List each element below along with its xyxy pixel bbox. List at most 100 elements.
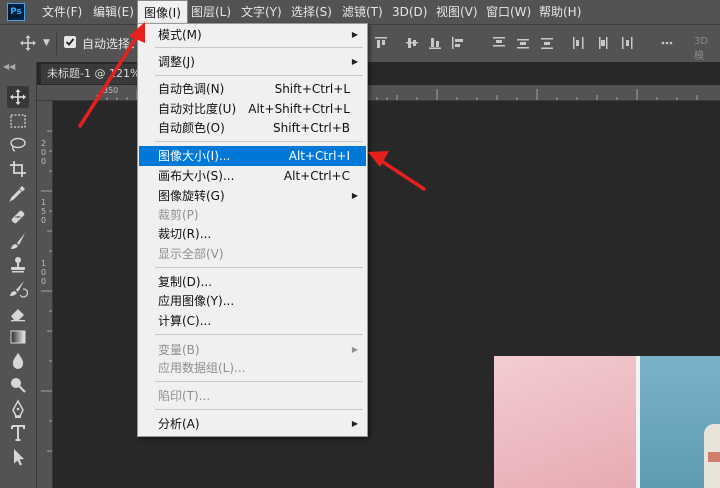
menu-item-auto-contrast[interactable]: 自动对比度(U) Alt+Shift+Ctrl+L: [139, 99, 366, 119]
menu-item-auto-color[interactable]: 自动颜色(O) Shift+Ctrl+B: [139, 118, 366, 138]
move-icon[interactable]: [7, 86, 29, 108]
marquee-icon[interactable]: [7, 110, 29, 132]
distribute-vertical-center-icon[interactable]: [516, 36, 530, 50]
auto-select-label: 自动选择：: [82, 37, 143, 51]
menu-item-mode[interactable]: 模式(M) ▶: [139, 25, 366, 45]
menu-item-trim[interactable]: 裁切(R)...: [139, 224, 366, 244]
ruler-label: 350: [103, 86, 119, 95]
canvas-image[interactable]: [494, 356, 720, 488]
arrow-to-image-size: [368, 151, 426, 191]
dodge-icon[interactable]: [7, 374, 29, 396]
menu-separator: [155, 47, 363, 48]
photoshop-logo: Ps: [7, 3, 25, 21]
align-top-icon[interactable]: [374, 36, 388, 50]
menu-layer[interactable]: 图层(L): [185, 0, 237, 24]
collapse-panel-icon[interactable]: ◀◀: [3, 62, 15, 71]
menu-item-label: 复制(D)...: [158, 275, 213, 289]
submenu-arrow-icon: ▶: [351, 57, 358, 66]
tools-panel: ◀◀: [0, 62, 37, 488]
ruler-label: 100: [41, 259, 47, 286]
menu-item-label: 裁切(R)...: [158, 227, 212, 241]
distribute-right-icon[interactable]: [620, 36, 634, 50]
ruler-label: 200: [41, 139, 47, 166]
menu-item-label: 变量(B): [158, 343, 200, 357]
menu-separator: [155, 334, 363, 335]
menu-item-calculations[interactable]: 计算(C)...: [139, 311, 366, 331]
menu-item-image-size[interactable]: 图像大小(I)... Alt+Ctrl+I: [139, 146, 366, 166]
menu-item-label: 分析(A): [158, 417, 200, 431]
menu-separator: [155, 381, 363, 382]
menu-item-label: 应用数据组(L)...: [158, 361, 246, 375]
auto-select-checkbox[interactable]: [64, 36, 76, 48]
menu-item-reveal-all: 显示全部(V): [139, 244, 366, 264]
menu-item-analysis[interactable]: 分析(A) ▶: [139, 414, 366, 434]
menu-item-adjustments[interactable]: 调整(J) ▶: [139, 52, 366, 72]
menu-item-label: 模式(M): [158, 28, 202, 42]
menu-item-label: 应用图像(Y)...: [158, 294, 235, 308]
menu-window[interactable]: 窗口(W): [480, 0, 537, 24]
image-menu-dropdown: 模式(M) ▶ 调整(J) ▶ 自动色调(N) Shift+Ctrl+L 自动对…: [137, 23, 368, 437]
clone-stamp-icon[interactable]: [7, 254, 29, 276]
menu-item-label: 自动颜色(O): [158, 121, 225, 135]
brush-icon[interactable]: [7, 230, 29, 252]
menu-item-label: 计算(C)...: [158, 314, 212, 328]
menu-separator: [155, 141, 363, 142]
menu-item-crop: 裁剪(P): [139, 205, 366, 225]
menu-3d[interactable]: 3D(D): [386, 0, 433, 24]
pen-icon[interactable]: [7, 398, 29, 420]
document-tab[interactable]: 未标题-1 @ 121%: [41, 64, 141, 84]
menu-item-apply-image[interactable]: 应用图像(Y)...: [139, 291, 366, 311]
menu-file[interactable]: 文件(F): [36, 0, 88, 24]
menu-item-trap: 陷印(T)...: [139, 386, 366, 406]
menu-item-label: 自动对比度(U): [158, 102, 237, 116]
menu-item-duplicate[interactable]: 复制(D)...: [139, 272, 366, 292]
gradient-icon[interactable]: [7, 326, 29, 348]
more-options-icon[interactable]: [660, 36, 674, 50]
chevron-down-icon[interactable]: ▼: [43, 38, 50, 48]
align-vertical-center-icon[interactable]: [405, 36, 419, 50]
menu-bar: Ps 文件(F) 编辑(E) 图像(I) 图层(L) 文字(Y) 选择(S) 滤…: [0, 0, 720, 24]
align-left-icon[interactable]: [451, 36, 465, 50]
path-select-icon[interactable]: [7, 446, 29, 468]
menu-item-canvas-size[interactable]: 画布大小(S)... Alt+Ctrl+C: [139, 166, 366, 186]
menu-item-auto-tone[interactable]: 自动色调(N) Shift+Ctrl+L: [139, 79, 366, 99]
menu-item-label: 图像大小(I)...: [158, 149, 231, 163]
healing-brush-icon[interactable]: [7, 206, 29, 228]
menu-item-variables: 变量(B) ▶: [139, 340, 366, 360]
distribute-left-icon[interactable]: [572, 36, 586, 50]
menu-select[interactable]: 选择(S): [285, 0, 338, 24]
lasso-icon[interactable]: [7, 134, 29, 156]
submenu-arrow-icon: ▶: [351, 30, 358, 39]
menu-type[interactable]: 文字(Y): [235, 0, 288, 24]
move-tool-preset-icon[interactable]: [20, 35, 36, 51]
image-object-band: [708, 452, 720, 462]
distribute-top-icon[interactable]: [492, 36, 506, 50]
history-brush-icon[interactable]: [7, 278, 29, 300]
crop-icon[interactable]: [7, 158, 29, 180]
menu-filter[interactable]: 滤镜(T): [336, 0, 389, 24]
blur-icon[interactable]: [7, 350, 29, 372]
menu-item-label: 裁剪(P): [158, 208, 199, 222]
vertical-ruler: 200 150 100: [37, 101, 53, 488]
submenu-arrow-icon: ▶: [351, 191, 358, 200]
eyedropper-icon[interactable]: [7, 182, 29, 204]
image-pink-area: [494, 356, 638, 488]
menu-edit[interactable]: 编辑(E): [87, 0, 140, 24]
menu-item-image-rotation[interactable]: 图像旋转(G) ▶: [139, 186, 366, 206]
menu-separator: [155, 267, 363, 268]
distribute-bottom-icon[interactable]: [540, 36, 554, 50]
menu-item-label: 自动色调(N): [158, 82, 225, 96]
menu-item-label: 陷印(T)...: [158, 389, 211, 403]
align-bottom-icon[interactable]: [428, 36, 442, 50]
ruler-label: 150: [41, 198, 47, 225]
3d-mode-label[interactable]: 3D 模: [694, 36, 720, 62]
distribute-horizontal-center-icon[interactable]: [596, 36, 610, 50]
menu-separator: [155, 75, 363, 76]
menu-item-shortcut: Alt+Shift+Ctrl+L: [248, 102, 350, 116]
menu-view[interactable]: 视图(V): [430, 0, 484, 24]
menu-image[interactable]: 图像(I): [137, 0, 188, 24]
type-icon[interactable]: [7, 422, 29, 444]
options-divider: [56, 33, 57, 55]
eraser-icon[interactable]: [7, 302, 29, 324]
menu-help[interactable]: 帮助(H): [533, 0, 587, 24]
